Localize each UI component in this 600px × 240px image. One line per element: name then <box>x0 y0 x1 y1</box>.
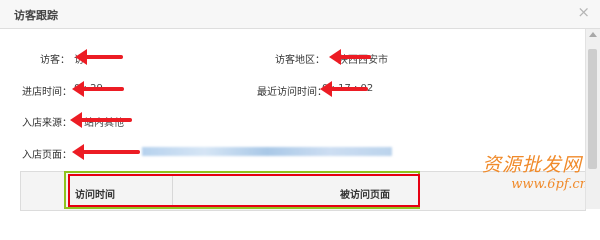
highlight-box-red <box>68 174 420 207</box>
dialog-title: 访客跟踪 <box>14 9 58 22</box>
entry-page-label: 入店页面： <box>22 150 72 161</box>
annotation-arrow <box>75 49 123 65</box>
visitor-label: 访客： <box>40 55 70 66</box>
scroll-thumb[interactable] <box>588 49 597 169</box>
visitor-tracking-dialog: 访客跟踪 × 访客： 访 访客地区： 陕西西安市 进店时间： 0 : 29 最近… <box>0 0 600 211</box>
region-label: 访客地区： <box>275 55 325 66</box>
dialog-header: 访客跟踪 × <box>0 0 600 29</box>
watermark-title: 资源批发网 <box>481 154 582 176</box>
close-icon[interactable]: × <box>577 4 590 20</box>
watermark-url: www.6pf.cn <box>511 177 588 192</box>
annotation-arrow <box>72 81 124 97</box>
annotation-arrow <box>320 81 368 97</box>
source-label: 入店来源： <box>22 118 72 129</box>
annotation-arrow <box>70 112 132 128</box>
vertical-scrollbar[interactable] <box>585 29 600 209</box>
annotation-arrow <box>329 49 371 65</box>
blurred-url <box>142 147 392 156</box>
scroll-up-arrow-icon[interactable] <box>589 32 597 37</box>
enter-time-label: 进店时间： <box>22 87 72 98</box>
annotation-arrow <box>72 144 140 160</box>
last-visit-label: 最近访问时间： <box>257 87 327 98</box>
